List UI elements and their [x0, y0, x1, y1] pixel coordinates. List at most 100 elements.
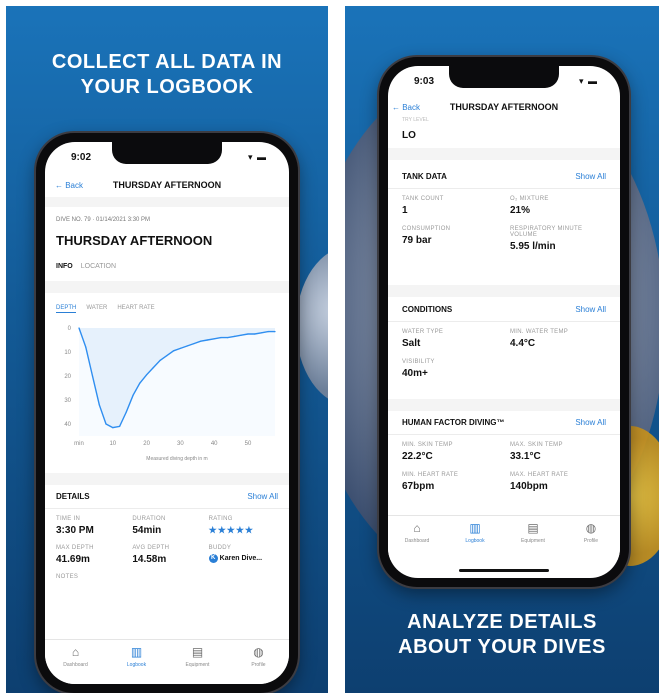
depth-point: [260, 332, 263, 334]
chart-tab-water[interactable]: WATER: [86, 305, 107, 313]
depth-point: [139, 382, 141, 384]
tank-header: TANK DATA Show All: [402, 172, 606, 181]
tab-logbook[interactable]: ▥ Logbook: [106, 640, 167, 684]
tab-label: Dashboard: [63, 662, 88, 668]
tab-label: Logbook: [126, 662, 147, 668]
headline-line-2: ABOUT YOUR DIVES: [398, 636, 606, 658]
phone-screen-left: 9:02 ▾ ▬ ← Back THURSDAY AFTERNOON DIVE …: [45, 142, 289, 684]
x-tick-label: 50: [245, 441, 252, 447]
y-tick-label: 0: [68, 326, 72, 332]
detail-max-depth: MAX DEPTH 41.69m: [56, 545, 128, 565]
headline-line-1: COLLECT ALL DATA IN: [51, 51, 283, 73]
depth-point: [91, 375, 94, 377]
detail-label: WATER TYPE: [402, 329, 444, 335]
details-header: DETAILS Show All: [56, 492, 278, 501]
conditions-header: CONDITIONS Show All: [402, 305, 606, 314]
tab-dashboard[interactable]: ⌂ Dashboard: [45, 640, 106, 684]
human-factor-grid: MIN. SKIN TEMP 22.2°C MAX. SKIN TEMP 33.1°…: [402, 442, 610, 492]
detail-value: 1: [402, 205, 408, 216]
depth-point: [186, 345, 188, 347]
x-tick-label: 10: [109, 441, 116, 447]
human-factor-header: HUMAN FACTOR DIVING™ Show All: [402, 418, 606, 427]
depth-point: [132, 394, 134, 396]
tank-rmv: RESPIRATORY MINUTE VOLUME 5.95 l/min: [510, 226, 610, 252]
depth-point: [193, 343, 195, 345]
promo-panel-right: 9:03 ▾ ▬ ← Back THURSDAY AFTERNOON TRY L…: [345, 6, 659, 693]
detail-value: 67bpm: [402, 481, 435, 492]
status-time: 9:03: [414, 76, 435, 87]
detail-value: 22.2°C: [402, 451, 433, 462]
detail-label: RESPIRATORY MINUTE VOLUME: [510, 226, 583, 238]
water-type: WATER TYPE Salt: [402, 329, 502, 349]
promo-panel-left: COLLECT ALL DATA IN YOUR LOGBOOK 9:02 ▾ …: [6, 6, 328, 693]
detail-label: AVG DEPTH: [132, 545, 170, 551]
tab-location[interactable]: LOCATION: [81, 263, 116, 270]
tab-equipment[interactable]: ▤ Equipment: [504, 516, 562, 560]
tab-profile[interactable]: ◍ Profile: [228, 640, 289, 684]
detail-value: 33.1°C: [510, 451, 541, 462]
depth-point: [152, 367, 154, 369]
profile-icon: ◍: [585, 521, 597, 535]
nav-bar: ← Back THURSDAY AFTERNOON: [45, 179, 289, 193]
phone-right: 9:03 ▾ ▬ ← Back THURSDAY AFTERNOON TRY L…: [379, 57, 629, 587]
tab-logbook[interactable]: ▥ Logbook: [446, 516, 504, 560]
detail-label: TRY LEVEL: [402, 117, 429, 123]
detail-label: TIME IN: [56, 516, 81, 522]
depth-point: [213, 338, 215, 340]
chart-tabs: DEPTH WATER HEART RATE: [56, 305, 155, 313]
tank-count: TANK COUNT 1: [402, 196, 502, 216]
divider: [388, 188, 620, 189]
book-icon: ▥: [469, 521, 481, 535]
min-water-temp: MIN. WATER TEMP 4.4°C: [510, 329, 610, 349]
detail-label: MAX DEPTH: [56, 545, 94, 551]
chart-tab-heart-rate[interactable]: HEART RATE: [117, 305, 154, 313]
detail-label: DURATION: [132, 516, 166, 522]
x-tick-label: 20: [143, 441, 150, 447]
tab-profile[interactable]: ◍ Profile: [562, 516, 620, 560]
buddy-chip[interactable]: K Karen Dive...: [208, 554, 281, 563]
tank-show-all-link[interactable]: Show All: [575, 172, 606, 181]
tab-bar: ⌂ Dashboard ▥ Logbook ▤ Equipment ◍ Profile: [45, 639, 289, 684]
tank-heading: TANK DATA: [402, 172, 447, 181]
headline-left: COLLECT ALL DATA IN YOUR LOGBOOK: [6, 50, 328, 100]
phone-screen-right: 9:03 ▾ ▬ ← Back THURSDAY AFTERNOON TRY L…: [388, 66, 620, 578]
detail-value: 40m+: [402, 368, 428, 379]
conditions-show-all-link[interactable]: Show All: [575, 305, 606, 314]
detail-value: 5.95 l/min: [510, 241, 556, 252]
depth-point: [179, 347, 181, 349]
details-show-all-link[interactable]: Show All: [247, 492, 278, 501]
phone-left: 9:02 ▾ ▬ ← Back THURSDAY AFTERNOON DIVE …: [36, 133, 298, 693]
y-tick-label: 20: [64, 374, 71, 380]
equipment-icon: ▤: [191, 645, 204, 659]
section-gap: [388, 285, 620, 297]
conditions-heading: CONDITIONS: [402, 305, 453, 314]
detail-duration: DURATION 54min: [132, 516, 204, 536]
tab-equipment[interactable]: ▤ Equipment: [167, 640, 228, 684]
x-axis-label: Measured diving depth in m: [146, 456, 207, 462]
depth-point: [274, 331, 276, 333]
chart-tab-depth[interactable]: DEPTH: [56, 305, 77, 313]
depth-point: [227, 337, 229, 339]
detail-label: MIN. SKIN TEMP: [402, 442, 453, 448]
phone-notch: [112, 142, 222, 164]
headline-line-1: ANALYZE DETAILS: [407, 611, 597, 633]
min-heart-rate: MIN. HEART RATE 67bpm: [402, 472, 502, 492]
x-tick-label: 30: [177, 441, 184, 447]
headline-right: ANALYZE DETAILS ABOUT YOUR DIVES: [345, 610, 659, 660]
section-gap: [45, 281, 289, 293]
tab-bar: ⌂ Dashboard ▥ Logbook ▤ Equipment ◍ Profile: [388, 515, 620, 560]
depth-point: [125, 411, 127, 413]
home-icon: ⌂: [413, 521, 421, 535]
section-gap: [45, 473, 289, 485]
max-skin-temp: MAX. SKIN TEMP 33.1°C: [510, 442, 610, 462]
home-indicator: [459, 569, 549, 572]
human-factor-show-all-link[interactable]: Show All: [575, 418, 606, 427]
depth-point: [105, 423, 107, 425]
tank-mixture: O₂ MIXTURE 21%: [510, 196, 610, 216]
tab-dashboard[interactable]: ⌂ Dashboard: [388, 516, 446, 560]
y-tick-label: 30: [64, 398, 71, 404]
detail-label: RATING: [208, 516, 233, 522]
tab-info[interactable]: INFO: [56, 263, 73, 270]
tab-label: Equipment: [521, 538, 545, 544]
detail-value: 41.69m: [56, 554, 90, 565]
